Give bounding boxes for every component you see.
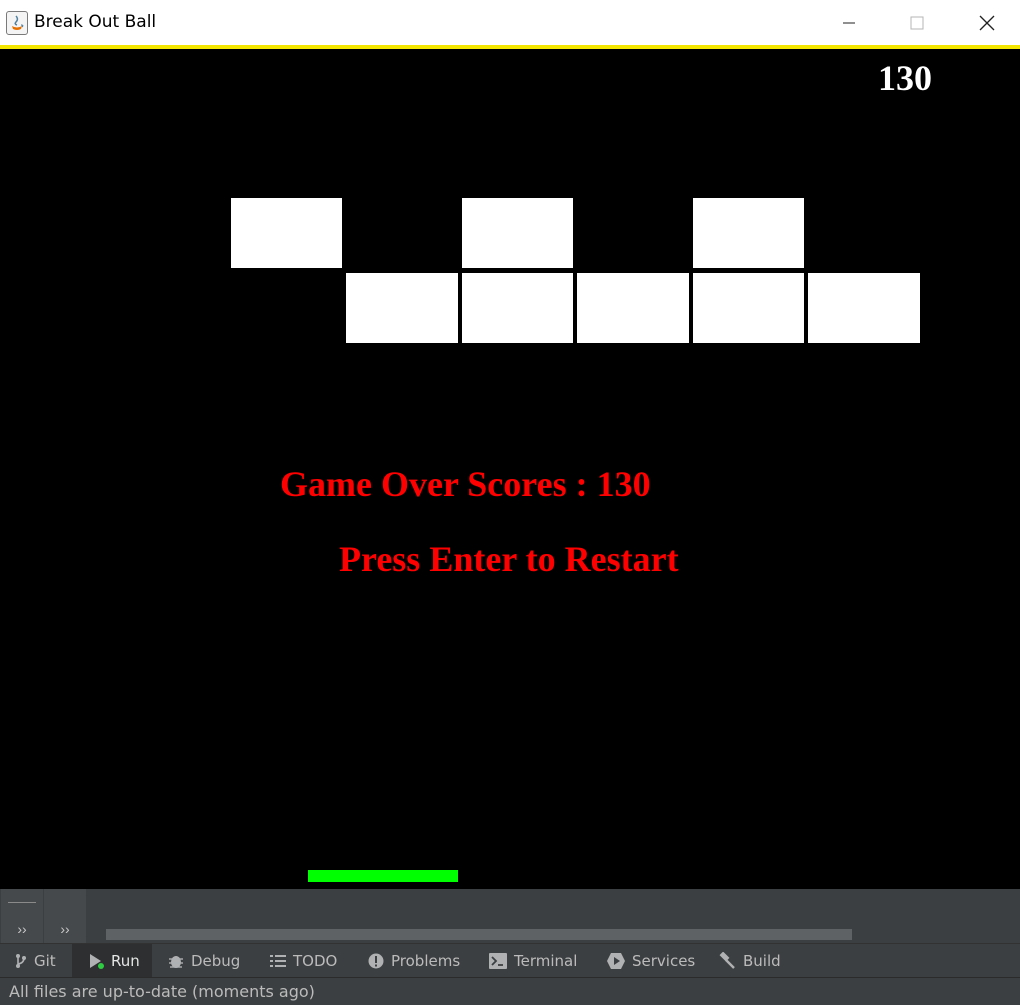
paddle[interactable] [308, 870, 458, 882]
divider [8, 902, 36, 903]
game-over-message: Game Over Scores : 130 [280, 464, 651, 504]
expand-label: ›› [17, 921, 27, 937]
restart-message: Press Enter to Restart [339, 539, 679, 579]
window-title: Break Out Ball [34, 12, 157, 32]
tab-label: Git [34, 952, 56, 970]
minimize-icon[interactable] [826, 0, 872, 45]
tab-label: Run [111, 952, 140, 970]
run-icon [88, 953, 104, 969]
tab-label: Services [632, 952, 696, 970]
hammer-icon [718, 952, 736, 970]
brick [462, 198, 573, 268]
tab-todo[interactable]: TODO [270, 944, 337, 978]
tab-label: Debug [191, 952, 241, 970]
tab-debug[interactable]: Debug [168, 944, 240, 978]
tab-run[interactable]: Run [72, 944, 152, 978]
brick [808, 273, 920, 343]
brick [346, 273, 458, 343]
run-panel: ›› ›› [0, 889, 1020, 943]
expand-button[interactable]: ›› [1, 889, 43, 943]
bug-icon [168, 953, 184, 969]
git-branch-icon [15, 953, 27, 969]
brick [577, 273, 689, 343]
game-canvas[interactable]: 130 Game Over Scores : 130 Press Enter t… [0, 49, 1020, 889]
tab-terminal[interactable]: Terminal [489, 944, 577, 978]
status-bar: All files are up-to-date (moments ago) [0, 977, 1020, 1005]
terminal-icon [489, 953, 507, 969]
tool-window-bar: Git Run Debug TODO Problems Terminal Ser… [0, 943, 1020, 978]
tab-label: TODO [293, 952, 338, 970]
tab-services[interactable]: Services [607, 944, 695, 978]
brick [693, 273, 804, 343]
maximize-icon[interactable] [894, 0, 940, 45]
score-display: 130 [878, 58, 932, 98]
expand-label: ›› [60, 921, 70, 937]
close-icon[interactable] [964, 0, 1010, 45]
warning-icon [368, 953, 384, 969]
window-title-bar: Break Out Ball [0, 0, 1020, 49]
brick [462, 273, 573, 343]
tab-label: Build [743, 952, 781, 970]
java-app-icon [6, 11, 28, 35]
services-icon [607, 953, 625, 969]
tab-git[interactable]: Git [12, 944, 62, 978]
status-text: All files are up-to-date (moments ago) [9, 982, 315, 1001]
horizontal-scrollbar[interactable] [106, 929, 852, 940]
tab-build[interactable]: Build [718, 944, 781, 978]
tab-problems[interactable]: Problems [368, 944, 460, 978]
tab-label: Terminal [514, 952, 578, 970]
brick [231, 198, 342, 268]
list-icon [270, 954, 286, 968]
tab-label: Problems [391, 952, 461, 970]
brick [693, 198, 804, 268]
expand-button[interactable]: ›› [44, 889, 86, 943]
